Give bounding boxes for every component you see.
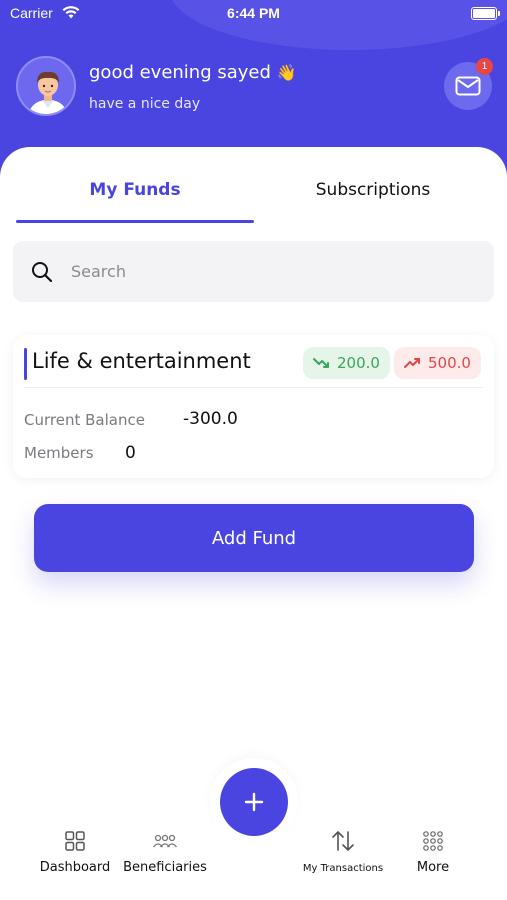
balance-label: Current Balance	[24, 411, 145, 429]
members-value: 0	[125, 443, 136, 463]
nav-label-dashboard: Dashboard	[39, 860, 111, 875]
status-time: 6:44 PM	[227, 5, 280, 21]
nav-item-dashboard[interactable]: Dashboard	[36, 830, 114, 875]
search-icon	[32, 262, 53, 283]
avatar[interactable]	[16, 56, 76, 116]
people-icon	[152, 834, 178, 848]
trend-down-icon	[313, 358, 329, 368]
add-fab-button[interactable]	[220, 768, 288, 836]
expense-value: 500.0	[428, 354, 471, 372]
tab-my-funds[interactable]: My Funds	[16, 180, 254, 200]
nav-label-beneficiaries: Beneficiaries	[123, 860, 207, 875]
greeting-text: good evening sayed 👋	[89, 62, 297, 83]
active-tab-indicator	[16, 220, 254, 223]
nav-label-my-transactions: My Transactions	[302, 863, 384, 874]
dots-grid-icon	[423, 831, 443, 851]
tab-subscriptions[interactable]: Subscriptions	[254, 180, 492, 200]
add-fund-button[interactable]: Add Fund	[34, 504, 474, 572]
transfer-arrows-icon	[332, 831, 354, 851]
fund-divider	[24, 387, 483, 388]
members-label: Members	[24, 444, 94, 462]
notification-badge: 1	[476, 58, 493, 75]
greeting-label: good evening sayed	[89, 62, 271, 83]
search-input[interactable]	[71, 255, 471, 287]
nav-item-beneficiaries[interactable]: Beneficiaries	[119, 830, 211, 875]
expense-pill: 500.0	[394, 347, 481, 379]
income-pill: 200.0	[303, 347, 390, 379]
search-bar[interactable]	[13, 241, 494, 302]
nav-item-my-transactions[interactable]: My Transactions	[296, 830, 390, 875]
nav-item-more[interactable]: More	[408, 830, 458, 875]
battery-icon	[471, 7, 500, 20]
subgreeting-text: have a nice day	[89, 96, 201, 112]
grid-icon	[65, 831, 85, 851]
fund-card[interactable]: Life & entertainment 200.0 500.0 Current…	[13, 335, 494, 478]
fund-title: Life & entertainment	[32, 349, 251, 373]
income-value: 200.0	[337, 354, 380, 372]
balance-value: -300.0	[183, 409, 238, 429]
trend-up-icon	[404, 358, 420, 368]
nav-label-more: More	[416, 860, 450, 875]
wave-emoji: 👋	[276, 63, 297, 82]
mail-icon	[455, 76, 481, 96]
plus-icon	[244, 792, 264, 812]
fund-accent-bar	[24, 348, 27, 380]
status-bar: Carrier 6:44 PM	[0, 0, 507, 28]
